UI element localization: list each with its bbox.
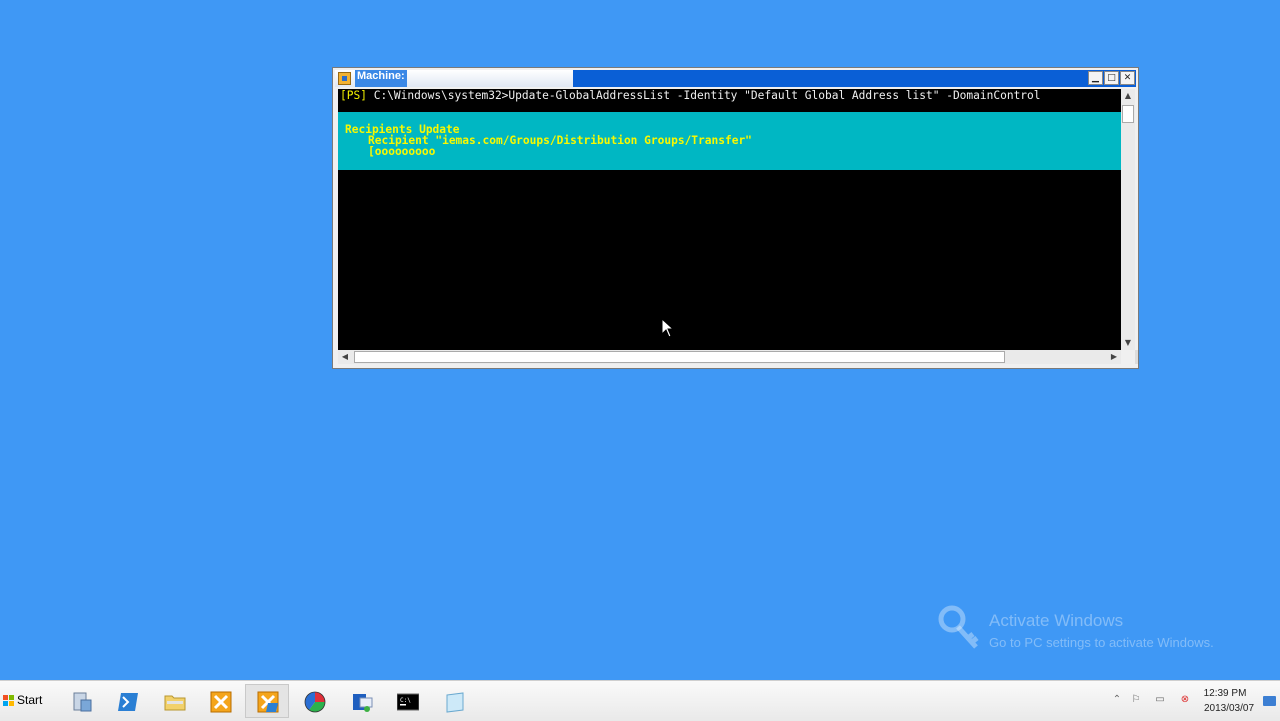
taskbar-exchange-shell[interactable] <box>245 684 289 718</box>
powershell-window[interactable]: Machine: ▁ □ ✕ [PS] C:\Windows\system32>… <box>332 67 1139 369</box>
app-icon <box>338 72 351 85</box>
console-area[interactable]: [PS] C:\Windows\system32>Update-GlobalAd… <box>338 89 1121 350</box>
taskbar-pie-app[interactable] <box>292 684 336 718</box>
resize-grip[interactable] <box>1135 350 1138 364</box>
exchange-console-icon <box>210 691 232 713</box>
clock-time[interactable]: 12:39 PM <box>1199 688 1251 699</box>
taskbar-command-prompt[interactable]: C:\ <box>385 684 429 718</box>
activation-subtitle: Go to PC settings to activate Windows. <box>989 635 1214 650</box>
horizontal-scrollbar[interactable]: ◀ ▶ <box>338 350 1121 364</box>
prompt-tag: [PS] <box>340 89 367 102</box>
minimize-button[interactable]: ▁ <box>1088 71 1103 85</box>
title-area: Machine: <box>335 70 573 87</box>
vertical-scroll-thumb[interactable] <box>1122 105 1134 123</box>
scroll-down-icon[interactable]: ▼ <box>1121 336 1135 350</box>
command-text: C:\Windows\system32>Update-GlobalAddress… <box>373 89 1041 102</box>
volume-muted-icon[interactable]: ⊗ <box>1179 694 1191 706</box>
scroll-right-icon[interactable]: ▶ <box>1107 350 1121 364</box>
scroll-up-icon[interactable]: ▲ <box>1121 89 1135 103</box>
folder-icon <box>164 695 186 711</box>
pie-chart-icon <box>304 691 326 713</box>
scroll-left-icon[interactable]: ◀ <box>338 350 352 364</box>
taskbar-exchange-console[interactable] <box>198 684 242 718</box>
activation-title: Activate Windows <box>989 611 1124 630</box>
horizontal-scroll-thumb[interactable] <box>354 351 1005 363</box>
start-label: Start <box>17 693 43 707</box>
blank-document-icon <box>446 692 464 713</box>
taskbar-server-manager[interactable] <box>59 684 103 718</box>
taskbar-explorer[interactable] <box>152 684 196 718</box>
progress-panel: Recipients Update Recipient "iemas.com/G… <box>338 112 1121 170</box>
show-hidden-icons-icon[interactable]: ⌃ <box>1111 694 1123 706</box>
maximize-button[interactable]: □ <box>1104 71 1119 85</box>
clock-date[interactable]: 2013/03/07 <box>1199 703 1259 714</box>
taskbar-blank-app[interactable] <box>432 684 476 718</box>
taskbar-powershell[interactable] <box>105 684 149 718</box>
taskbar-outlook[interactable] <box>339 684 383 718</box>
title-bar[interactable]: Machine: ▁ □ ✕ <box>335 70 1136 87</box>
windows-logo-icon <box>3 695 15 707</box>
network-icon[interactable]: ▭ <box>1154 694 1166 706</box>
powershell-icon <box>118 693 138 711</box>
start-button[interactable]: Start <box>0 689 48 713</box>
command-prompt-icon: C:\ <box>397 693 419 711</box>
exchange-shell-icon <box>257 691 279 713</box>
key-icon <box>938 605 979 649</box>
command-line: [PS] C:\Windows\system32>Update-GlobalAd… <box>340 89 1041 103</box>
taskbar: Start C:\ ⌃ ⚐ ▭ ⊗ 12:39 PM 2013/03/07 <box>0 680 1280 721</box>
progress-bar-text: [ooooooooo <box>368 145 436 158</box>
close-button[interactable]: ✕ <box>1120 71 1135 85</box>
svg-text:C:\: C:\ <box>400 697 411 704</box>
vertical-scrollbar[interactable]: ▲ ▼ <box>1121 89 1135 350</box>
mouse-cursor-icon <box>661 318 675 338</box>
action-center-icon[interactable] <box>1263 696 1276 706</box>
window-title: Machine: <box>355 70 407 87</box>
server-manager-icon <box>73 692 92 712</box>
outlook-icon <box>353 694 373 712</box>
flag-icon[interactable]: ⚐ <box>1130 694 1142 706</box>
